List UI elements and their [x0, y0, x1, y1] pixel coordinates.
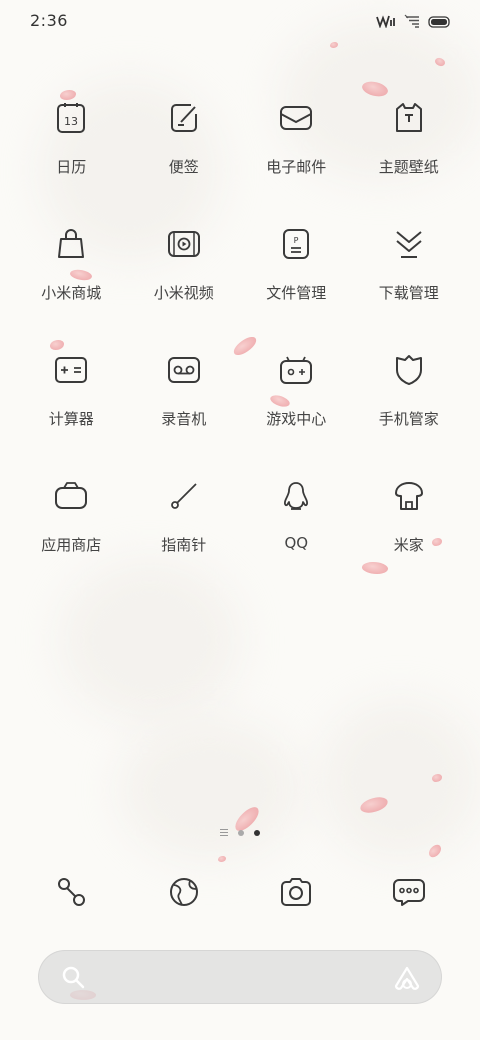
- dock-phone[interactable]: [15, 870, 128, 918]
- app-label: 文件管理: [266, 284, 327, 302]
- app-label: 小米视频: [153, 284, 214, 302]
- app-file-manager[interactable]: P 文件管理: [240, 218, 353, 344]
- page-indicator[interactable]: [0, 829, 480, 836]
- app-qq[interactable]: QQ: [240, 470, 353, 596]
- shopping-bag-icon: [51, 224, 91, 264]
- signal-icon: [376, 13, 396, 32]
- app-label: 游戏中心: [266, 410, 327, 428]
- video-icon: [164, 224, 204, 264]
- penguin-icon: [276, 476, 316, 516]
- app-label: 便签: [168, 158, 199, 176]
- app-mi-store[interactable]: 小米商城: [15, 218, 128, 344]
- dock-camera[interactable]: [240, 870, 353, 918]
- themes-icon: [389, 98, 429, 138]
- app-grid: 13 日历 便签 电子邮件 主题壁纸 小米商城 小米视频 P 文件管理 下载管理…: [15, 92, 465, 596]
- compass-icon: [164, 476, 204, 516]
- app-label: 米家: [393, 536, 424, 554]
- recorder-icon: [164, 350, 204, 390]
- app-security[interactable]: 手机管家: [353, 344, 466, 470]
- app-downloads[interactable]: 下载管理: [353, 218, 466, 344]
- app-label: 录音机: [161, 410, 207, 428]
- dock: [15, 870, 465, 918]
- app-game-center[interactable]: 游戏中心: [240, 344, 353, 470]
- calendar-day: 13: [64, 115, 78, 128]
- app-label: 电子邮件: [266, 158, 327, 176]
- app-row: 小米商城 小米视频 P 文件管理 下载管理: [15, 218, 465, 344]
- search-icon[interactable]: [61, 965, 87, 995]
- status-time: 2:36: [30, 11, 68, 30]
- wifi-icon: [404, 13, 420, 32]
- app-themes[interactable]: 主题壁纸: [353, 92, 466, 218]
- notes-icon: [164, 98, 204, 138]
- email-icon: [276, 98, 316, 138]
- browser-icon: [168, 876, 200, 912]
- download-icon: [389, 224, 429, 264]
- app-email[interactable]: 电子邮件: [240, 92, 353, 218]
- search-bar[interactable]: [38, 950, 442, 1004]
- page-dot: [238, 829, 244, 836]
- app-compass[interactable]: 指南针: [128, 470, 241, 596]
- app-row: 计算器 录音机 游戏中心 手机管家: [15, 344, 465, 470]
- app-label: 下载管理: [378, 284, 439, 302]
- app-mi-video[interactable]: 小米视频: [128, 218, 241, 344]
- store-bag-icon: [51, 476, 91, 516]
- app-row: 13 日历 便签 电子邮件 主题壁纸: [15, 92, 465, 218]
- app-app-store[interactable]: 应用商店: [15, 470, 128, 596]
- app-notes[interactable]: 便签: [128, 92, 241, 218]
- svg-text:P: P: [294, 236, 299, 245]
- app-mi-home[interactable]: 米家: [353, 470, 466, 596]
- phone-icon: [55, 876, 87, 912]
- app-label: 应用商店: [41, 536, 102, 554]
- mi-home-icon: [389, 476, 429, 516]
- file-icon: P: [276, 224, 316, 264]
- calculator-icon: [51, 350, 91, 390]
- camera-icon: [279, 877, 313, 911]
- app-row: 应用商店 指南针 QQ 米家: [15, 470, 465, 596]
- messages-icon: [392, 877, 426, 911]
- app-label: 小米商城: [41, 284, 102, 302]
- calendar-icon: 13: [51, 98, 91, 138]
- app-label: 指南针: [161, 536, 207, 554]
- dock-messages[interactable]: [353, 870, 466, 918]
- app-label: 计算器: [48, 410, 94, 428]
- app-label: 主题壁纸: [378, 158, 439, 176]
- app-calendar[interactable]: 13 日历: [15, 92, 128, 218]
- status-bar: 2:36: [0, 0, 480, 44]
- gamepad-icon: [276, 350, 316, 390]
- assistant-icon[interactable]: [393, 965, 421, 995]
- dock-browser[interactable]: [128, 870, 241, 918]
- shield-icon: [389, 350, 429, 390]
- page-list-icon: [220, 829, 228, 836]
- app-recorder[interactable]: 录音机: [128, 344, 241, 470]
- app-label: QQ: [284, 534, 309, 552]
- app-label: 日历: [56, 158, 87, 176]
- app-calculator[interactable]: 计算器: [15, 344, 128, 470]
- battery-icon: [428, 13, 450, 32]
- app-label: 手机管家: [378, 410, 439, 428]
- page-dot-active: [254, 829, 260, 836]
